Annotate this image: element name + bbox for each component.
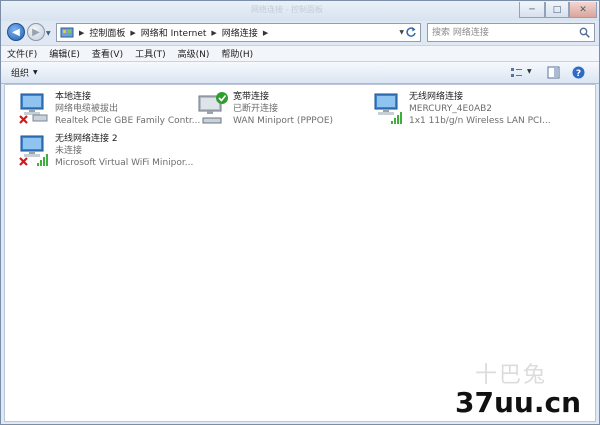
connection-device: Realtek PCIe GBE Family Contr...: [55, 116, 201, 126]
breadcrumb-network-internet[interactable]: 网络和 Internet: [141, 26, 207, 39]
chevron-down-icon: ▼: [33, 69, 38, 76]
breadcrumb-control-panel[interactable]: 控制面板: [89, 26, 125, 39]
menu-advanced[interactable]: 高级(N): [172, 47, 216, 60]
connection-text: 本地连接 网络电缆被拔出 Realtek PCIe GBE Family Con…: [55, 91, 200, 127]
search-box[interactable]: [427, 23, 595, 42]
watermark-faint: 十巴兔: [475, 363, 548, 388]
preview-pane-icon[interactable]: [547, 66, 560, 79]
maximize-button[interactable]: □: [545, 2, 569, 18]
svg-text:?: ?: [576, 69, 581, 79]
forward-button[interactable]: ▶: [27, 23, 45, 41]
menu-view[interactable]: 查看(V): [86, 47, 129, 60]
close-button[interactable]: ✕: [569, 2, 597, 18]
title-bar: 网络连接 - 控制面板 ─ □ ✕: [1, 1, 599, 21]
help-icon[interactable]: ?: [572, 66, 585, 79]
connection-name: 宽带连接: [233, 92, 270, 102]
breadcrumb-separator-icon[interactable]: ▶: [211, 29, 216, 37]
menu-bar: 文件(F) 编辑(E) 查看(V) 工具(T) 高级(N) 帮助(H): [1, 45, 599, 62]
organize-label: 组织: [11, 69, 30, 79]
address-bar[interactable]: ▶ 控制面板 ▶ 网络和 Internet ▶ 网络连接 ▶ ▼: [56, 23, 421, 42]
navigation-bar: ◀ ▶ ▼ ▶ 控制面板 ▶ 网络和 Internet ▶ 网络连接 ▶ ▼: [1, 21, 599, 45]
connection-name: 无线网络连接: [409, 92, 464, 102]
menu-file[interactable]: 文件(F): [1, 47, 43, 60]
connection-text: 无线网络连接 2 未连接 Microsoft Virtual WiFi Mini…: [55, 133, 193, 169]
connection-status: MERCURY_4E0AB2: [409, 104, 492, 114]
back-button[interactable]: ◀: [7, 23, 25, 41]
view-dropdown-icon[interactable]: ▼: [527, 68, 532, 75]
address-dropdown-icon[interactable]: ▼: [399, 29, 404, 36]
organize-button[interactable]: 组织 ▼: [11, 65, 38, 80]
menu-tools[interactable]: 工具(T): [129, 47, 172, 60]
connection-name: 本地连接: [55, 92, 92, 102]
menu-edit[interactable]: 编辑(E): [43, 47, 86, 60]
connection-text: 宽带连接 已断开连接 WAN Miniport (PPPOE): [233, 91, 333, 127]
connection-status: 已断开连接: [233, 104, 279, 114]
connection-text: 无线网络连接 MERCURY_4E0AB2 1x1 11b/g/n Wirele…: [409, 91, 551, 127]
command-toolbar: 组织 ▼ ▼ ?: [1, 62, 599, 84]
wireless-connected-icon: [374, 93, 402, 124]
history-dropdown-icon[interactable]: ▼: [46, 30, 51, 37]
search-input[interactable]: [432, 26, 572, 39]
connection-status: 网络电缆被拔出: [55, 104, 119, 114]
explorer-window: 网络连接 - 控制面板 ─ □ ✕ ◀ ▶ ▼ ▶ 控制面板 ▶ 网络和 Int…: [0, 0, 600, 425]
breadcrumb-separator-icon[interactable]: ▶: [263, 29, 268, 37]
breadcrumb-network-connections[interactable]: 网络连接: [222, 26, 258, 39]
connection-status: 未连接: [55, 146, 83, 156]
watermark-text: 37uu.cn: [455, 386, 581, 419]
view-options-icon[interactable]: [510, 66, 523, 79]
breadcrumb-separator-icon: ▶: [79, 28, 85, 37]
control-panel-icon: [60, 27, 74, 37]
connection-device: 1x1 11b/g/n Wireless LAN PCI...: [409, 116, 551, 126]
search-icon[interactable]: [579, 27, 590, 38]
title-ghost-text: 网络连接 - 控制面板: [251, 5, 323, 14]
connection-device: Microsoft Virtual WiFi Minipor...: [55, 158, 194, 168]
breadcrumb-separator-icon[interactable]: ▶: [130, 29, 135, 37]
connection-name: 无线网络连接 2: [55, 134, 118, 144]
broadband-icon: [198, 92, 228, 124]
menu-help[interactable]: 帮助(H): [215, 47, 259, 60]
connection-device: WAN Miniport (PPPOE): [233, 116, 334, 126]
wireless-disconnected-icon: [19, 135, 48, 166]
refresh-icon[interactable]: [405, 26, 417, 38]
wired-disconnected-icon: [19, 93, 48, 124]
minimize-button[interactable]: ─: [519, 2, 545, 18]
